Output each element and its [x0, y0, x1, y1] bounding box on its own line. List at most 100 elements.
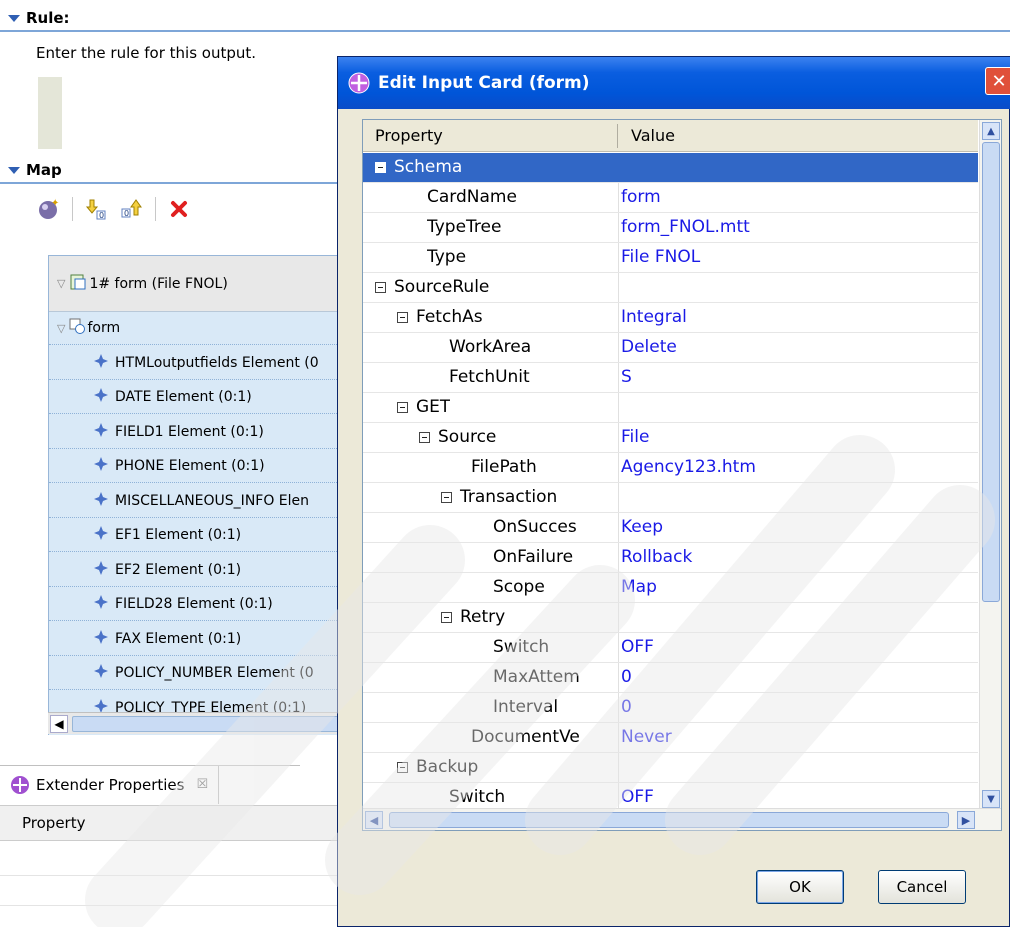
property-value[interactable]: 0: [621, 667, 632, 687]
property-value[interactable]: Integral: [621, 307, 687, 327]
property-name: TypeTree: [427, 217, 502, 237]
tree-element-item[interactable]: MISCELLANEOUS_INFO Elen: [49, 485, 349, 518]
property-column-header[interactable]: Property: [375, 126, 443, 145]
column-separator[interactable]: [617, 124, 618, 148]
property-row[interactable]: Switch OFF: [363, 633, 978, 663]
property-value[interactable]: S: [621, 367, 632, 387]
scroll-thumb[interactable]: [72, 716, 342, 732]
collapse-box-icon[interactable]: [441, 491, 452, 503]
grid-horizontal-scrollbar[interactable]: ◀ ▶: [363, 808, 1001, 830]
tree-root-form[interactable]: ▽ form: [49, 312, 349, 345]
property-value[interactable]: Map: [621, 577, 657, 597]
collapse-box-icon[interactable]: [419, 431, 430, 443]
collapse-box-icon[interactable]: [397, 311, 408, 323]
property-row[interactable]: FetchAs Integral: [363, 303, 978, 333]
property-grid[interactable]: Property Value Schema CardName form TypeTre…: [362, 119, 1002, 831]
property-value[interactable]: form_FNOL.mtt: [621, 217, 750, 237]
tab-close-icon[interactable]: ☒: [196, 777, 208, 792]
grid-vertical-scrollbar[interactable]: ▲ ▼: [979, 120, 1001, 812]
tree-element-item[interactable]: FIELD28 Element (0:1): [49, 588, 349, 621]
collapse-box-icon[interactable]: [375, 281, 386, 293]
property-value[interactable]: File: [621, 427, 649, 447]
property-row[interactable]: CardName form: [363, 183, 978, 213]
collapse-box-icon[interactable]: [397, 761, 408, 773]
delete-icon[interactable]: [166, 196, 192, 222]
value-column-header[interactable]: Value: [631, 126, 675, 145]
tree-element-item[interactable]: POLICY_NUMBER Element (0: [49, 657, 349, 690]
element-diamond-icon: [93, 353, 109, 373]
property-row[interactable]: TypeTree form_FNOL.mtt: [363, 213, 978, 243]
property-value[interactable]: form: [621, 187, 661, 207]
tree-element-item[interactable]: EF2 Element (0:1): [49, 554, 349, 587]
collapse-box-icon[interactable]: [441, 611, 452, 623]
scroll-up-button[interactable]: ▲: [982, 122, 1000, 140]
rule-section-header[interactable]: Rule:: [0, 6, 1010, 32]
scroll-left-button[interactable]: ◀: [50, 715, 68, 733]
scroll-right-button[interactable]: ▶: [957, 811, 975, 829]
property-row[interactable]: GET: [363, 393, 978, 423]
move-down-icon[interactable]: 0: [83, 196, 109, 222]
property-row[interactable]: FetchUnit S: [363, 363, 978, 393]
collapse-box-icon[interactable]: [375, 161, 386, 173]
tab-extender-properties[interactable]: Extender Properties ☒: [0, 765, 220, 804]
property-value[interactable]: 0: [621, 697, 632, 717]
scroll-thumb[interactable]: [389, 812, 949, 828]
dialog-title-bar[interactable]: Edit Input Card (form) ✕: [338, 57, 1010, 109]
ok-button[interactable]: OK: [756, 870, 844, 904]
rule-input[interactable]: [38, 77, 62, 149]
property-name: DocumentVe: [471, 727, 580, 747]
property-row[interactable]: SourceRule: [363, 273, 978, 303]
property-row[interactable]: OnFailure Rollback: [363, 543, 978, 573]
tree-element-item[interactable]: EF1 Element (0:1): [49, 519, 349, 552]
property-value[interactable]: Keep: [621, 517, 663, 537]
property-value[interactable]: OFF: [621, 637, 654, 657]
property-row[interactable]: FilePath Agency123.htm: [363, 453, 978, 483]
property-value[interactable]: OFF: [621, 787, 654, 807]
property-row[interactable]: Transaction: [363, 483, 978, 513]
property-name: CardName: [427, 187, 517, 207]
tree-horizontal-scrollbar[interactable]: ◀: [48, 712, 348, 734]
property-value[interactable]: Delete: [621, 337, 677, 357]
property-row[interactable]: Type File FNOL: [363, 243, 978, 273]
property-row[interactable]: Scope Map: [363, 573, 978, 603]
property-value[interactable]: Agency123.htm: [621, 457, 756, 477]
tree-element-item[interactable]: DATE Element (0:1): [49, 381, 349, 414]
map-card-tree[interactable]: ▽ 1# form (File FNOL) ▽ form HTMLoutputfie…: [48, 255, 349, 735]
property-row[interactable]: Source File: [363, 423, 978, 453]
property-row[interactable]: WorkArea Delete: [363, 333, 978, 363]
tree-element-item[interactable]: FAX Element (0:1): [49, 623, 349, 656]
scroll-thumb[interactable]: [982, 142, 1000, 602]
dialog-title: Edit Input Card (form): [378, 73, 590, 93]
map-section-title: Map: [26, 161, 62, 179]
collapse-triangle-icon[interactable]: [8, 14, 20, 22]
property-row[interactable]: OnSucces Keep: [363, 513, 978, 543]
property-row[interactable]: Interval 0: [363, 693, 978, 723]
property-row[interactable]: MaxAttem 0: [363, 663, 978, 693]
property-name: GET: [416, 397, 451, 417]
move-up-icon[interactable]: 0: [119, 196, 145, 222]
tree-element-item[interactable]: HTMLoutputfields Element (0: [49, 347, 349, 380]
cancel-button[interactable]: Cancel: [878, 870, 966, 904]
property-value[interactable]: File FNOL: [621, 247, 700, 267]
tree-card-header[interactable]: ▽ 1# form (File FNOL): [49, 256, 349, 312]
property-value[interactable]: Rollback: [621, 547, 692, 567]
property-row[interactable]: Retry: [363, 603, 978, 633]
property-row[interactable]: Backup: [363, 753, 978, 783]
close-button[interactable]: ✕: [985, 67, 1010, 95]
tree-element-item[interactable]: FIELD1 Element (0:1): [49, 416, 349, 449]
property-row[interactable]: Schema: [363, 153, 978, 183]
collapse-box-icon[interactable]: [397, 401, 408, 413]
property-name: SourceRule: [394, 277, 490, 297]
property-row[interactable]: DocumentVe Never: [363, 723, 978, 753]
collapse-triangle-icon[interactable]: [8, 166, 20, 174]
build-map-icon[interactable]: ✦: [36, 196, 62, 222]
expand-triangle-icon[interactable]: ▽: [57, 322, 65, 335]
element-diamond-icon: [93, 560, 109, 580]
tree-item-label: PHONE Element (0:1): [115, 458, 265, 474]
expand-triangle-icon[interactable]: ▽: [57, 277, 65, 290]
scroll-down-button[interactable]: ▼: [982, 790, 1000, 808]
tree-element-item[interactable]: PHONE Element (0:1): [49, 450, 349, 483]
property-value[interactable]: Never: [621, 727, 672, 747]
property-name: FetchUnit: [449, 367, 530, 387]
scroll-left-button[interactable]: ◀: [365, 811, 383, 829]
